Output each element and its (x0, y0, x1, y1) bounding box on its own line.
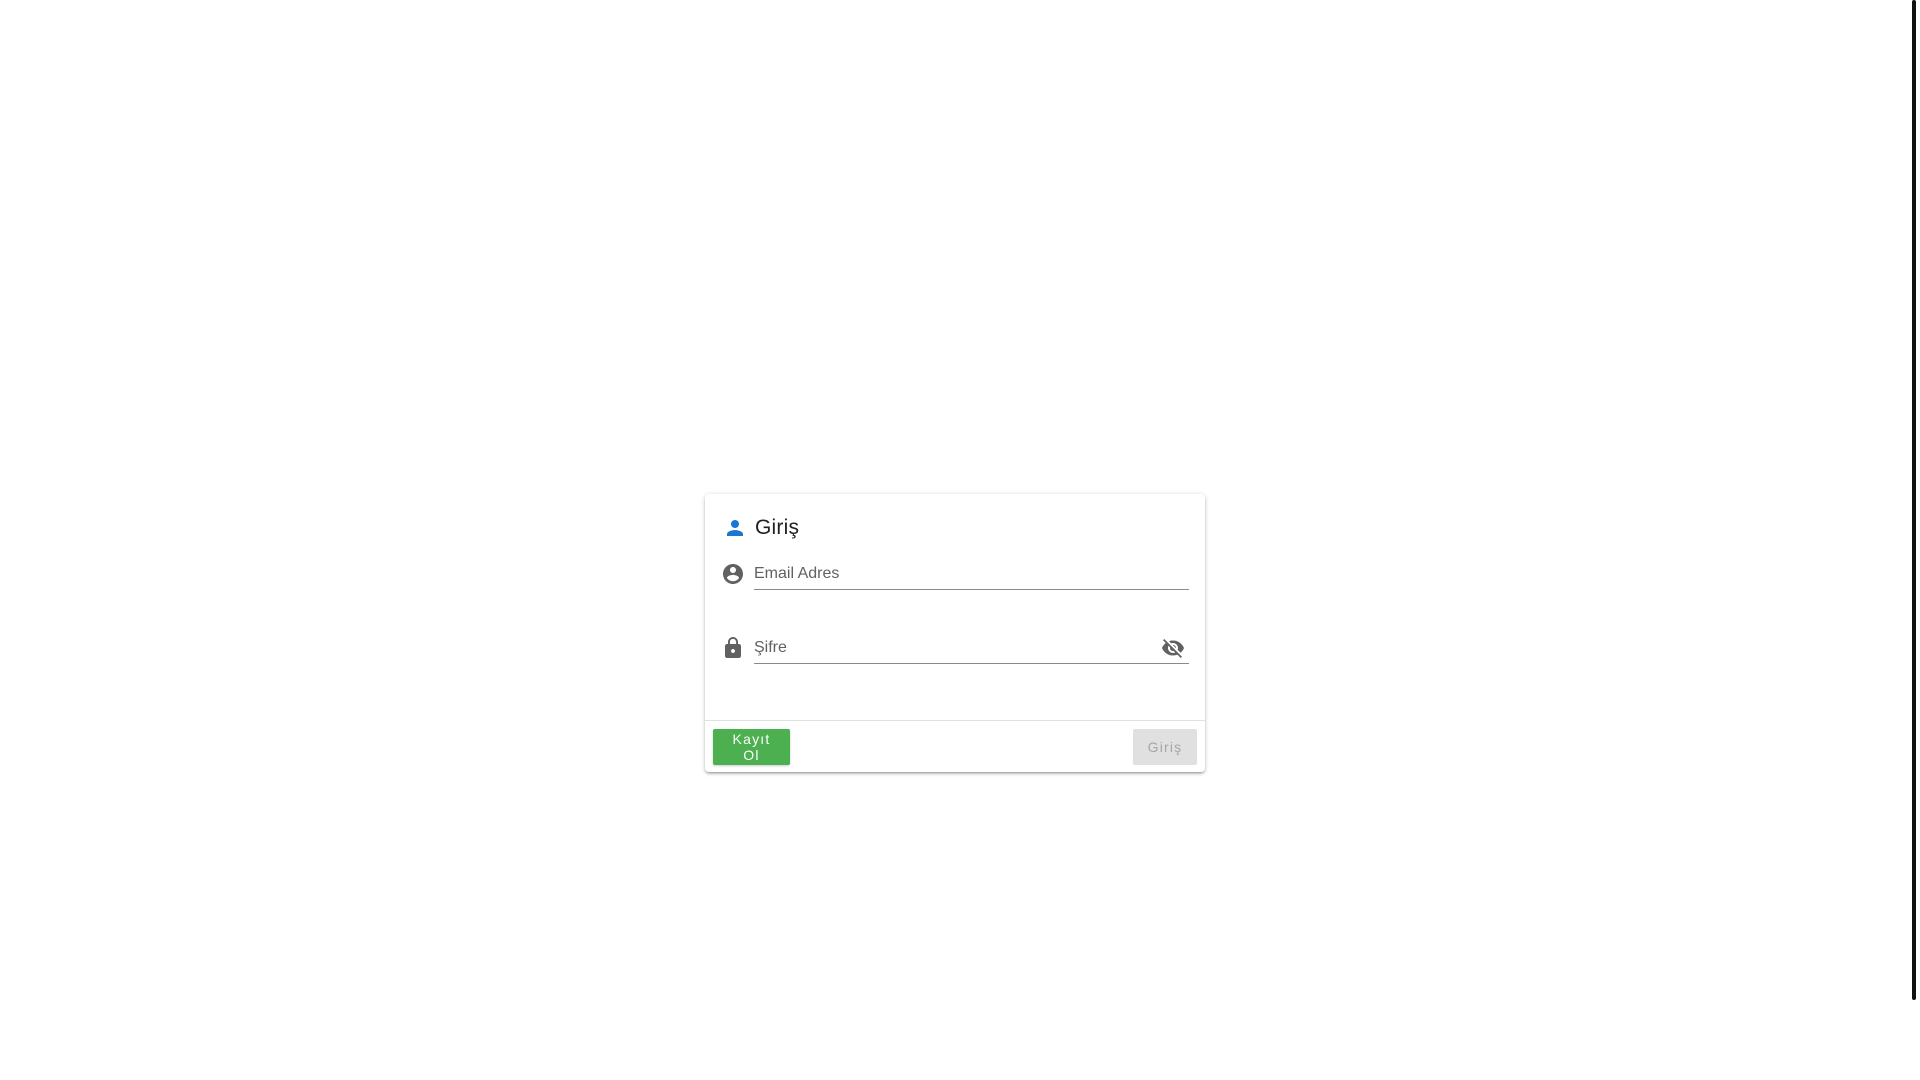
register-button[interactable]: Kayıt Ol (713, 729, 790, 765)
login-button[interactable]: Giriş (1133, 729, 1197, 765)
card-title: Giriş (723, 512, 799, 544)
page: Giriş Kayıt Ol (0, 0, 1920, 1080)
password-field-group (721, 628, 1189, 668)
password-input[interactable] (754, 628, 1189, 664)
account-circle-icon (721, 562, 745, 586)
visibility-off-icon[interactable] (1161, 636, 1185, 660)
card-actions-divider (705, 720, 1205, 721)
person-icon (723, 516, 747, 540)
login-card: Giriş Kayıt Ol (705, 494, 1205, 772)
email-input[interactable] (754, 554, 1189, 590)
scrollbar-thumb[interactable] (1912, 0, 1916, 1000)
lock-icon (721, 636, 745, 660)
page-title: Giriş (755, 516, 800, 539)
email-field-group (721, 554, 1189, 594)
